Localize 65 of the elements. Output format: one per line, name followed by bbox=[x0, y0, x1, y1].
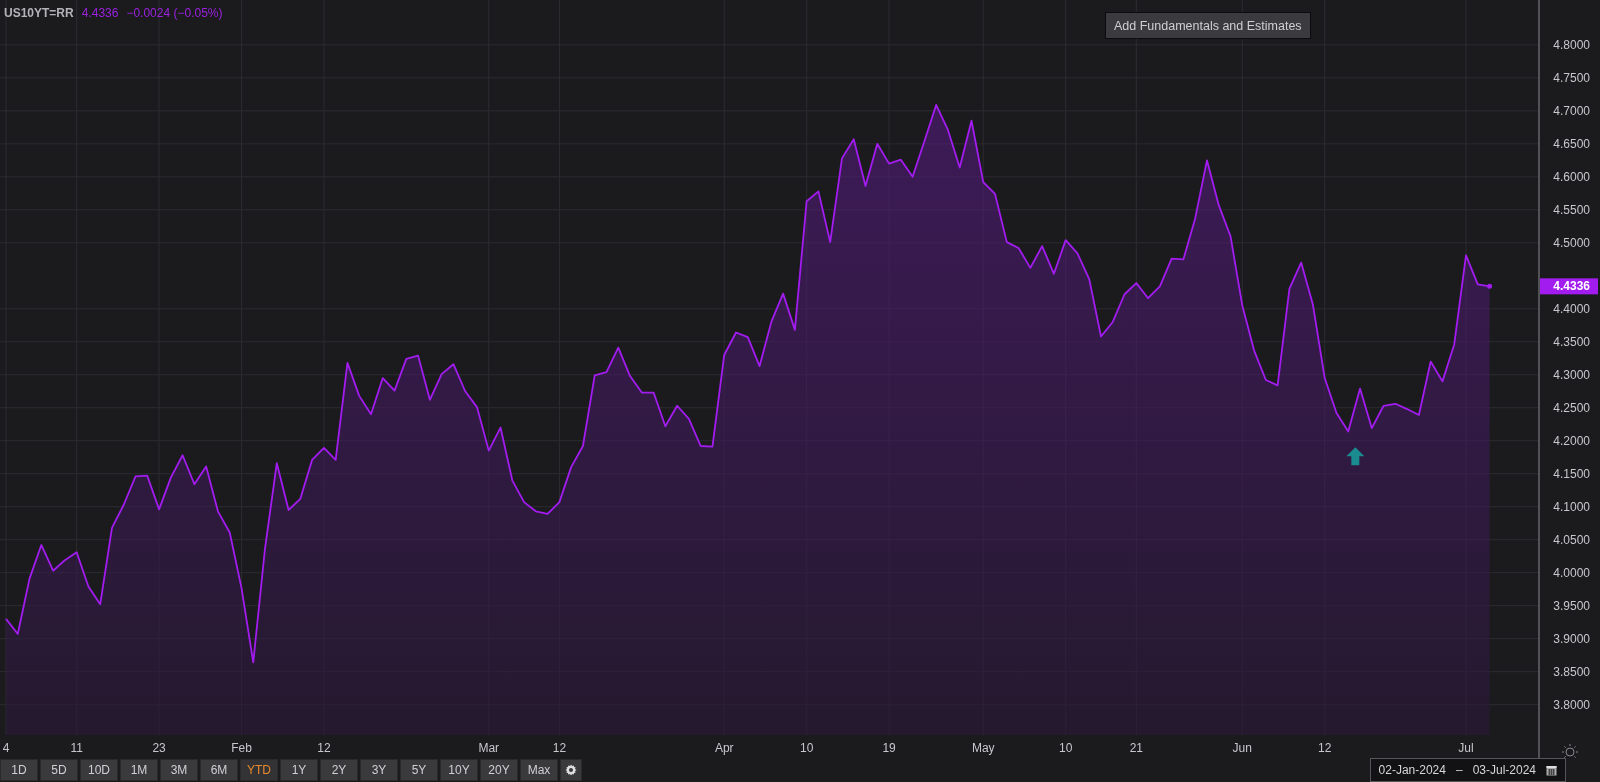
x-axis-label: Mar bbox=[478, 741, 500, 755]
range-button[interactable]: 1M bbox=[120, 759, 158, 781]
y-axis-label: 4.3000 bbox=[1553, 367, 1590, 382]
y-axis-label: 4.6500 bbox=[1553, 136, 1590, 151]
x-axis-label: 21 bbox=[1129, 741, 1143, 755]
y-axis-label: 4.4000 bbox=[1553, 301, 1590, 316]
y-axis-label: 3.9000 bbox=[1553, 631, 1590, 646]
y-axis-label: 4.7500 bbox=[1553, 70, 1590, 85]
calendar-icon[interactable] bbox=[1546, 764, 1557, 776]
sun-icon[interactable] bbox=[1561, 743, 1579, 758]
range-button[interactable]: 10D bbox=[80, 759, 118, 781]
y-axis-label: 4.0500 bbox=[1553, 532, 1590, 547]
last-point bbox=[1487, 283, 1493, 289]
x-axis-label: 11 bbox=[70, 741, 83, 755]
range-button[interactable]: 6M bbox=[200, 759, 238, 781]
y-axis-label: 4.5000 bbox=[1553, 235, 1590, 250]
y-axis-label: 4.1500 bbox=[1553, 466, 1590, 481]
range-button[interactable]: 1Y bbox=[280, 759, 318, 781]
price-tag: 4.4336 bbox=[1540, 278, 1598, 295]
y-axis-label: 4.5500 bbox=[1553, 202, 1590, 217]
instrument-symbol: US10YT=RR bbox=[4, 6, 74, 20]
range-button[interactable]: 3Y bbox=[360, 759, 398, 781]
x-axis-label: 12 bbox=[552, 741, 567, 755]
x-axis-label: 12 bbox=[1318, 741, 1332, 755]
y-axis-label: 4.1000 bbox=[1553, 499, 1590, 514]
date-range-field[interactable]: 02-Jan-2024 – 03-Jul-2024 bbox=[1369, 758, 1566, 782]
x-axis-label: May bbox=[971, 741, 995, 755]
y-axis-label: 3.8000 bbox=[1553, 697, 1590, 712]
x-axis-label: 10 bbox=[1059, 741, 1073, 755]
y-axis-label: 4.2000 bbox=[1553, 433, 1590, 448]
range-button[interactable]: 1D bbox=[0, 759, 38, 781]
range-button[interactable]: 5Y bbox=[400, 759, 438, 781]
x-axis-label: Jun bbox=[1232, 741, 1252, 755]
y-axis-label: 3.8500 bbox=[1553, 664, 1590, 679]
end-date: 03-Jul-2024 bbox=[1472, 763, 1536, 777]
x-axis-label: Feb bbox=[231, 741, 252, 755]
x-axis-label: 12 bbox=[317, 741, 331, 755]
range-button[interactable]: YTD bbox=[240, 759, 278, 781]
y-axis-label: 4.2500 bbox=[1553, 400, 1590, 415]
add-fundamentals-button[interactable]: Add Fundamentals and Estimates bbox=[1105, 12, 1311, 39]
y-axis-label: 4.8000 bbox=[1553, 37, 1590, 52]
range-button[interactable]: 10Y bbox=[440, 759, 478, 781]
y-axis-label: 4.7000 bbox=[1553, 103, 1590, 118]
settings-icon bbox=[565, 764, 577, 776]
price-change: −0.0024 (−0.05%) bbox=[126, 6, 223, 20]
range-button[interactable]: 20Y bbox=[480, 759, 518, 781]
start-date: 02-Jan-2024 bbox=[1378, 763, 1446, 777]
x-axis-label: 19 bbox=[882, 741, 896, 755]
y-axis-label: 4.3500 bbox=[1553, 334, 1590, 349]
range-button[interactable]: 5D bbox=[40, 759, 78, 781]
date-separator: – bbox=[1455, 763, 1463, 777]
range-button[interactable]: 3M bbox=[160, 759, 198, 781]
y-axis-label: 4.6000 bbox=[1553, 169, 1590, 184]
last-price: 4.4336 bbox=[81, 6, 119, 20]
x-axis-label: Apr bbox=[714, 741, 734, 755]
up-arrow-icon[interactable] bbox=[1346, 447, 1365, 466]
x-axis-label: 23 bbox=[152, 741, 166, 755]
x-axis-label: 10 bbox=[799, 741, 814, 755]
x-axis-label: 4 bbox=[2, 741, 10, 755]
y-axis-label: 3.9500 bbox=[1553, 598, 1590, 613]
x-axis-label: Jul bbox=[1458, 741, 1474, 755]
y-axis-label: 4.0000 bbox=[1553, 565, 1590, 580]
range-button[interactable]: Max bbox=[520, 759, 558, 781]
range-button[interactable]: 2Y bbox=[320, 759, 358, 781]
settings-button[interactable] bbox=[560, 759, 582, 781]
